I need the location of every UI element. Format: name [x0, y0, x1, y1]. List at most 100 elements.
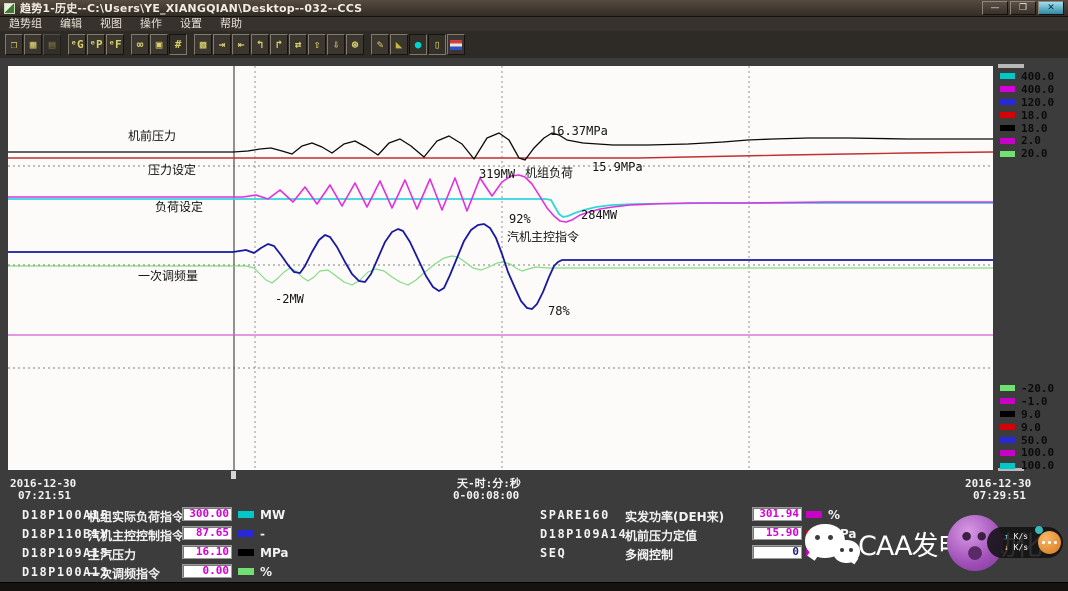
- point-value-box[interactable]: 87.65: [182, 526, 232, 540]
- point-value-box[interactable]: 16.10: [182, 545, 232, 559]
- menu-item[interactable]: 帮助: [211, 17, 251, 31]
- record-icon: ●: [415, 38, 422, 51]
- search-button[interactable]: ∞: [131, 34, 149, 55]
- point-label: 主汽压力: [88, 546, 136, 563]
- timeline-span: 天-时:分:秒 0-00:08:00: [453, 477, 521, 501]
- group-p-icon: ᵉP: [89, 38, 102, 51]
- pen-color-swatch: [238, 568, 254, 575]
- menu-item[interactable]: 设置: [171, 17, 211, 31]
- scale-max-value: 400.0: [1021, 83, 1054, 96]
- table-row: D18P100A11 一次调频指令 0.00 %: [22, 563, 322, 582]
- minimize-button[interactable]: —: [982, 1, 1008, 15]
- scroll-down-button[interactable]: ⇩: [327, 34, 345, 55]
- legend-row: 9.0: [1000, 408, 1066, 421]
- page-prev-button[interactable]: ↰: [251, 34, 269, 55]
- scale-min-value: -1.0: [1021, 395, 1048, 408]
- save-as-button[interactable]: ▤: [43, 34, 61, 55]
- end-time: 07:29:51: [965, 490, 1031, 501]
- menu-item[interactable]: 趋势组: [0, 17, 51, 31]
- toolbar-separator: [124, 34, 130, 55]
- watermark-text: CAA发电自动化: [858, 524, 1042, 563]
- shrink-time-button[interactable]: ⇤: [232, 34, 250, 55]
- pen-color-swatch: [1000, 424, 1015, 430]
- save-button[interactable]: ▦: [24, 34, 42, 55]
- table-row: D18P100A15 机组实际负荷指令 300.00 MW: [22, 506, 322, 525]
- legend-row: 100.0: [1000, 459, 1066, 472]
- pen-color-swatch: [1000, 125, 1015, 131]
- group-g-icon: ᵉG: [70, 38, 83, 51]
- record-button[interactable]: ●: [409, 34, 427, 55]
- point-value-box[interactable]: 0.00: [182, 564, 232, 578]
- table-row: SEQ 多阀控制 0: [540, 544, 870, 563]
- point-value-box[interactable]: 15.90: [752, 526, 802, 540]
- point-value-box[interactable]: 301.94: [752, 507, 802, 521]
- point-value: 0.00: [183, 565, 231, 577]
- scale-min-value: -20.0: [1021, 382, 1054, 395]
- transfer-button[interactable]: ⇄: [289, 34, 307, 55]
- point-value-box[interactable]: 0: [752, 545, 802, 559]
- scale-max-value: 2.0: [1021, 134, 1041, 147]
- restore-button[interactable]: ❐: [1010, 1, 1036, 15]
- point-value-box[interactable]: 300.00: [182, 507, 232, 521]
- pen-color-swatch: [806, 549, 822, 556]
- scale-legend-top: 400.0 400.0 120.0 18.0 18.0 2.0 20.0: [1000, 70, 1066, 160]
- pen-color-swatch: [1000, 463, 1015, 469]
- group-p-button[interactable]: ᵉP: [87, 34, 105, 55]
- start-time: 07:21:51: [10, 490, 76, 501]
- annotate-icon: ✎: [377, 38, 384, 51]
- panel-icon: ▯: [434, 38, 441, 51]
- legend-row: -1.0: [1000, 395, 1066, 408]
- point-label: 一次调频指令: [88, 565, 160, 582]
- trend-plot[interactable]: 机前压力压力设定负荷设定一次调频量16.37MPa15.9MPa319MW机组负…: [8, 66, 993, 470]
- group-g-button[interactable]: ᵉG: [68, 34, 86, 55]
- grid-icon: #: [175, 38, 182, 51]
- point-unit: MPa: [260, 546, 289, 560]
- chart-annotation: 机前压力: [128, 127, 176, 144]
- point-value: 15.90: [753, 527, 801, 539]
- scroll-up-icon: ⇧: [314, 38, 321, 51]
- point-id: D18P109A14: [540, 527, 627, 541]
- menu-item[interactable]: 视图: [91, 17, 131, 31]
- flag-button[interactable]: [447, 34, 465, 55]
- annotate-button[interactable]: ✎: [371, 34, 389, 55]
- toolbar: ❐▦▤ ᵉG ᵉP ᵉF ∞ ▣ # ▩⇥⇤↰ ↱ ⇄ ⇧ ⇩ ⊛ ✎ ◣ ● ▯: [0, 31, 1068, 58]
- transfer-icon: ⇄: [295, 38, 302, 51]
- end-date: 2016-12-30: [965, 478, 1031, 489]
- point-value: 301.94: [753, 508, 801, 520]
- span-value: 0-00:08:00: [453, 490, 521, 501]
- scroll-up-button[interactable]: ⇧: [308, 34, 326, 55]
- page-next-icon: ↱: [276, 38, 283, 51]
- page-next-button[interactable]: ↱: [270, 34, 288, 55]
- screen-button[interactable]: ▣: [150, 34, 168, 55]
- title-bar[interactable]: 趋势1-历史--C:\Users\YE_XIANGQIAN\Desktop--0…: [0, 0, 1068, 17]
- wheel-button[interactable]: ⊛: [346, 34, 364, 55]
- point-unit: MPa: [828, 527, 857, 541]
- pen-color-swatch: [1000, 138, 1015, 144]
- menu-item[interactable]: 编辑: [51, 17, 91, 31]
- toolbar-separator: [364, 34, 370, 55]
- scale-max-value: 18.0: [1021, 109, 1048, 122]
- brush-button[interactable]: ◣: [390, 34, 408, 55]
- snapshot-button[interactable]: ▩: [194, 34, 212, 55]
- time-cursor-tick[interactable]: [231, 471, 236, 479]
- chart-annotation: 一次调频量: [138, 267, 198, 284]
- point-unit: %: [260, 565, 272, 579]
- search-icon: ∞: [137, 38, 144, 51]
- menu-item[interactable]: 操作: [131, 17, 171, 31]
- menu-bar: 趋势组编辑视图操作设置帮助: [0, 17, 1068, 31]
- panel-button[interactable]: ▯: [428, 34, 446, 55]
- stretch-time-button[interactable]: ⇥: [213, 34, 231, 55]
- close-button[interactable]: ✕: [1038, 1, 1064, 15]
- open-button[interactable]: ❐: [5, 34, 23, 55]
- scale-min-value: 100.0: [1021, 446, 1054, 459]
- group-f-icon: ᵉF: [108, 38, 121, 51]
- pen-color-swatch: [1000, 73, 1015, 79]
- curve-pressure-setpoint: [8, 152, 993, 158]
- point-unit: %: [828, 508, 840, 522]
- table-row: SPARE160 实发功率(DEH来) 301.94 %: [540, 506, 870, 525]
- group-f-button[interactable]: ᵉF: [106, 34, 124, 55]
- legend-scroll-thumb-top[interactable]: [998, 64, 1024, 68]
- emoji-sticker: [947, 515, 1003, 571]
- scroll-down-icon: ⇩: [333, 38, 340, 51]
- grid-button[interactable]: #: [169, 34, 187, 55]
